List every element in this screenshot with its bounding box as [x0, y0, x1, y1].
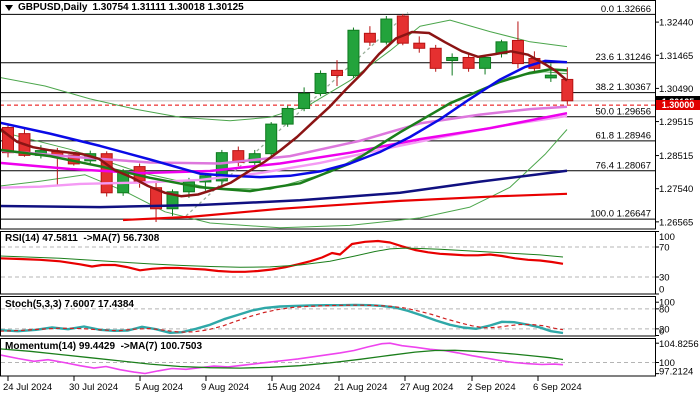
scale-label: 0: [659, 327, 664, 338]
date-axis-label: 30 Jul 2024: [69, 382, 118, 393]
candle-body: [347, 29, 360, 76]
candle-body: [479, 56, 492, 69]
alert-price-tag[interactable]: 1.30000: [656, 100, 700, 110]
candle-body: [396, 15, 409, 44]
mt4-chart-window: 0.0 1.32666 23.6 1.31246 38.2 1.30367 50.0 …: [0, 0, 700, 400]
candle-body: [544, 74, 557, 79]
fib-label: 61.8 1.28946: [596, 130, 651, 141]
date-axis-label: 27 Aug 2024: [400, 382, 453, 393]
fib-label: 38.2 1.30367: [596, 82, 651, 93]
scale-label: 70: [659, 243, 670, 254]
scale-label: 0: [659, 285, 664, 296]
fib-label: 23.6 1.31246: [596, 52, 651, 63]
fib-label: 0.0 1.32666: [601, 4, 651, 15]
price-axis-label: 1.29515: [659, 117, 693, 128]
candle-body: [561, 78, 574, 102]
candle-body: [413, 42, 426, 49]
candle-body: [314, 72, 327, 95]
chart-canvas[interactable]: 0.0 1.32666 23.6 1.31246 38.2 1.30367 50.0 …: [0, 0, 700, 400]
candle-body: [446, 56, 459, 62]
candle-body: [363, 32, 376, 43]
candle-body: [281, 107, 294, 125]
date-axis-label: 15 Aug 2024: [267, 382, 320, 393]
price-axis-label: 1.28515: [659, 151, 693, 162]
scale-label: 30: [659, 273, 670, 284]
price-axis-label: 1.31465: [659, 51, 693, 62]
price-axis-label: 1.32440: [659, 18, 693, 29]
scale-label: 100: [659, 232, 675, 243]
candle-body: [462, 56, 475, 69]
date-axis-label: 24 Jul 2024: [3, 382, 52, 393]
date-axis-label: 2 Sep 2024: [467, 382, 516, 393]
candle-body: [331, 69, 343, 76]
candle-body: [429, 47, 442, 69]
date-axis-label: 21 Aug 2024: [334, 382, 387, 393]
price-axis-label: 1.30490: [659, 84, 693, 95]
scale-label: 80: [659, 304, 670, 315]
price-axis-label: 1.26565: [659, 217, 693, 228]
scale-label: 104.8256: [659, 339, 699, 350]
date-axis-label: 9 Aug 2024: [201, 382, 249, 393]
date-axis-label: 5 Aug 2024: [135, 382, 183, 393]
candle-body: [380, 18, 393, 43]
fib-label: 50.0 1.29656: [596, 106, 651, 117]
candle-body: [298, 93, 311, 109]
date-axis-label: 6 Sep 2024: [533, 382, 582, 393]
price-axis-label: 1.27540: [659, 184, 693, 195]
fib-label: 100.0 1.26647: [590, 209, 651, 220]
candle-body: [265, 123, 278, 155]
fib-label: 76.4 1.28067: [596, 160, 651, 171]
scale-label: 97.2124: [659, 367, 693, 378]
